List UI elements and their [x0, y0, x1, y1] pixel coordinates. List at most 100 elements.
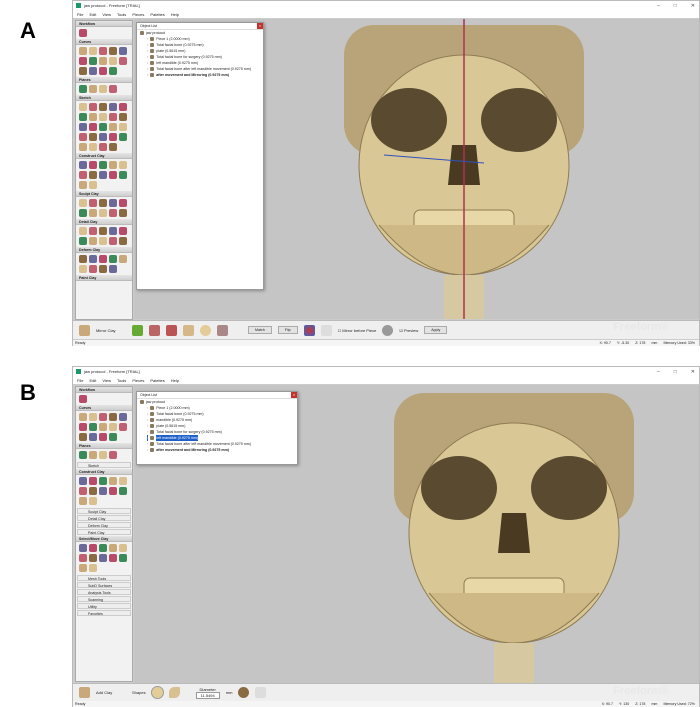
plane-grid-icon[interactable] [149, 324, 160, 336]
tool-icon[interactable] [89, 113, 97, 121]
tool-icon[interactable] [89, 237, 97, 245]
tool-icon[interactable] [99, 171, 107, 179]
object-list-item[interactable]: ◦ after movement and Mirroring (0.9275 mm… [137, 72, 263, 78]
tool-icon[interactable] [79, 477, 87, 485]
tool-icon[interactable] [79, 497, 87, 505]
tool-icon[interactable] [109, 265, 117, 273]
visibility-eye-icon[interactable]: ◦ [147, 72, 148, 78]
tool-icon[interactable] [99, 413, 107, 421]
tool-icon[interactable] [119, 103, 127, 111]
tool-icon[interactable] [109, 85, 117, 93]
tool-icon[interactable] [89, 161, 97, 169]
tool-icon[interactable] [99, 451, 107, 459]
menu-item[interactable]: Palettes [150, 12, 164, 17]
tool-icon[interactable] [79, 29, 87, 37]
menu-item[interactable]: Help [171, 378, 179, 383]
3d-viewport[interactable]: Object List × jaw protocol ◦ Piece 1 (2.0000… [134, 385, 699, 683]
tool-icon[interactable] [99, 103, 107, 111]
tool-icon[interactable] [109, 544, 117, 552]
tool-icon[interactable] [79, 57, 87, 65]
tool-icon[interactable] [99, 487, 107, 495]
object-list-close-button[interactable]: × [257, 23, 263, 29]
menu-item[interactable]: View [102, 378, 111, 383]
menu-item[interactable]: Palettes [150, 378, 164, 383]
tool-icon[interactable] [79, 123, 87, 131]
tool-icon[interactable] [99, 161, 107, 169]
tool-icon[interactable] [89, 451, 97, 459]
palette-collapsed-section[interactable]: Sculpt Clay [77, 508, 131, 514]
tool-icon[interactable] [109, 123, 117, 131]
tool-icon[interactable] [109, 413, 117, 421]
tool-icon[interactable] [79, 85, 87, 93]
tool-icon[interactable] [99, 57, 107, 65]
tool-icon[interactable] [79, 227, 87, 235]
tool-icon[interactable] [109, 433, 117, 441]
tool-icon[interactable] [109, 103, 117, 111]
menu-item[interactable]: Tools [117, 12, 126, 17]
tool-icon[interactable] [119, 47, 127, 55]
tool-icon[interactable] [99, 143, 107, 151]
match-button[interactable]: Match [248, 326, 272, 334]
tool-icon[interactable] [119, 199, 127, 207]
tool-icon[interactable] [119, 171, 127, 179]
tool-icon[interactable] [89, 487, 97, 495]
tool-icon[interactable] [79, 103, 87, 111]
tool-icon[interactable] [119, 161, 127, 169]
tool-icon[interactable] [79, 133, 87, 141]
tool-icon[interactable] [99, 133, 107, 141]
palette-collapsed-section[interactable]: Detail Clay [77, 515, 131, 521]
piece-icon[interactable] [183, 324, 194, 336]
tool-icon[interactable] [89, 171, 97, 179]
mirror-before-piece-checkbox[interactable]: ☐ Mirror before Piece [338, 328, 377, 333]
tool-icon[interactable] [109, 171, 117, 179]
tool-icon[interactable] [119, 227, 127, 235]
tool-icon[interactable] [119, 209, 127, 217]
tool-icon[interactable] [99, 227, 107, 235]
object-list-close-button[interactable]: × [291, 392, 297, 398]
tool-icon[interactable] [79, 171, 87, 179]
tool-icon[interactable] [109, 451, 117, 459]
menu-item[interactable]: View [102, 12, 111, 17]
menu-item[interactable]: Edit [89, 12, 96, 17]
tool-icon[interactable] [119, 477, 127, 485]
tool-icon[interactable] [79, 199, 87, 207]
tool-icon[interactable] [89, 103, 97, 111]
tool-icon[interactable] [99, 255, 107, 263]
tool-icon[interactable] [109, 67, 117, 75]
menu-item[interactable]: File [77, 12, 83, 17]
tool-icon[interactable] [109, 133, 117, 141]
piece-plane-icon[interactable] [217, 324, 228, 336]
tool-icon[interactable] [89, 554, 97, 562]
tool-icon[interactable] [89, 47, 97, 55]
tool-icon[interactable] [109, 487, 117, 495]
tool-icon[interactable] [109, 255, 117, 263]
axis-gizmo-icon[interactable] [303, 324, 315, 336]
tool-icon[interactable] [119, 413, 127, 421]
tool-icon[interactable] [109, 209, 117, 217]
tool-icon[interactable] [109, 161, 117, 169]
diameter-input[interactable]: 11.5494 [195, 691, 220, 699]
tool-icon[interactable] [119, 423, 127, 431]
tool-icon[interactable] [89, 57, 97, 65]
tool-icon[interactable] [79, 113, 87, 121]
tool-icon[interactable] [119, 123, 127, 131]
tool-icon[interactable] [99, 209, 107, 217]
close-button[interactable]: ✕ [691, 369, 695, 375]
tool-icon[interactable] [119, 237, 127, 245]
transform-icon[interactable] [320, 324, 332, 336]
tool-icon[interactable] [89, 265, 97, 273]
tool-icon[interactable] [99, 237, 107, 245]
tool-icon[interactable] [99, 265, 107, 273]
curve-tool-icon[interactable] [132, 324, 143, 336]
tool-icon[interactable] [109, 237, 117, 245]
tool-icon[interactable] [89, 423, 97, 431]
tool-icon[interactable] [99, 113, 107, 121]
tool-icon[interactable] [89, 255, 97, 263]
tool-icon[interactable] [99, 554, 107, 562]
tool-icon[interactable] [79, 433, 87, 441]
tool-icon[interactable] [89, 433, 97, 441]
tool-icon[interactable] [89, 133, 97, 141]
flip-button[interactable]: Flip [277, 326, 298, 334]
palette-collapsed-section[interactable]: Scanning [77, 596, 131, 602]
tool-icon[interactable] [99, 477, 107, 485]
